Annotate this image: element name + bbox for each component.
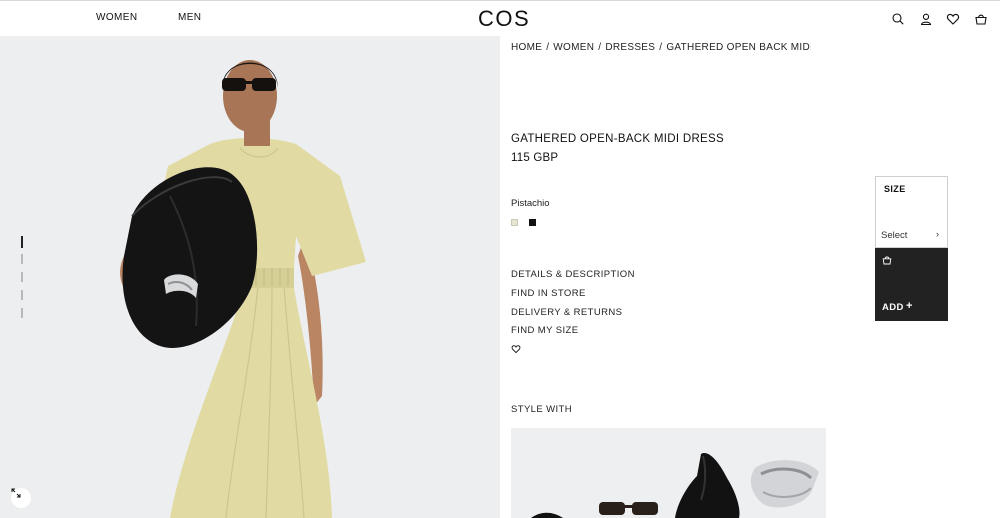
chevron-right-icon: › [936, 229, 939, 239]
account-icon[interactable] [919, 12, 933, 26]
swatch-black[interactable] [529, 219, 536, 226]
model-photo [120, 60, 366, 518]
color-name: Pistachio [511, 198, 550, 209]
add-to-bag-button[interactable]: ADD + [875, 248, 948, 321]
details-description-link[interactable]: DETAILS & DESCRIPTION [511, 269, 635, 280]
product-image[interactable] [0, 36, 500, 518]
size-label: SIZE [884, 184, 906, 194]
site-logo[interactable]: COS [478, 6, 530, 32]
delivery-returns-link[interactable]: DELIVERY & RETURNS [511, 307, 622, 318]
add-to-wishlist-heart-icon[interactable] [511, 344, 521, 354]
add-label: ADD [882, 302, 904, 313]
slide-dot[interactable] [21, 290, 23, 300]
breadcrumb: HOME / WOMEN / DRESSES / GATHERED OPEN BACK MI… [511, 42, 811, 53]
breadcrumb-separator: / [598, 42, 602, 53]
nav-women[interactable]: WOMEN [96, 12, 137, 23]
expand-icon [11, 488, 21, 498]
style-with-image[interactable] [511, 428, 826, 518]
product-title: GATHERED OPEN-BACK MIDI DRESS [511, 133, 724, 145]
basket-icon [882, 255, 892, 265]
search-icon[interactable] [891, 12, 905, 26]
breadcrumb-home[interactable]: HOME [511, 42, 542, 53]
breadcrumb-separator: / [546, 42, 550, 53]
slide-dot-active[interactable] [21, 236, 23, 248]
site-header: WOMEN MEN COS [0, 0, 1000, 36]
size-select-placeholder: Select [881, 230, 908, 241]
style-with-products-photo [531, 453, 819, 518]
expand-image-button[interactable] [11, 488, 31, 508]
find-in-store-link[interactable]: FIND IN STORE [511, 288, 586, 299]
slide-dot[interactable] [21, 308, 23, 318]
breadcrumb-current: GATHERED OPEN BACK MIDI DRESS [666, 42, 811, 53]
size-select[interactable]: Select › [876, 224, 947, 246]
breadcrumb-dresses[interactable]: DRESSES [605, 42, 655, 53]
basket-icon[interactable] [974, 12, 988, 26]
size-panel: SIZE Select › [875, 176, 948, 248]
find-my-size-link[interactable]: FIND MY SIZE [511, 325, 578, 336]
style-with-heading: STYLE WITH [511, 404, 573, 415]
plus-icon: + [906, 300, 913, 312]
nav-men[interactable]: MEN [178, 12, 201, 23]
slide-dot[interactable] [21, 254, 23, 264]
breadcrumb-separator: / [659, 42, 663, 53]
slide-dot[interactable] [21, 272, 23, 282]
product-price: 115 GBP [511, 152, 559, 164]
breadcrumb-women[interactable]: WOMEN [553, 42, 594, 53]
slide-indicator[interactable] [21, 236, 23, 322]
swatch-pistachio[interactable] [511, 219, 518, 226]
wishlist-heart-icon[interactable] [946, 12, 960, 26]
